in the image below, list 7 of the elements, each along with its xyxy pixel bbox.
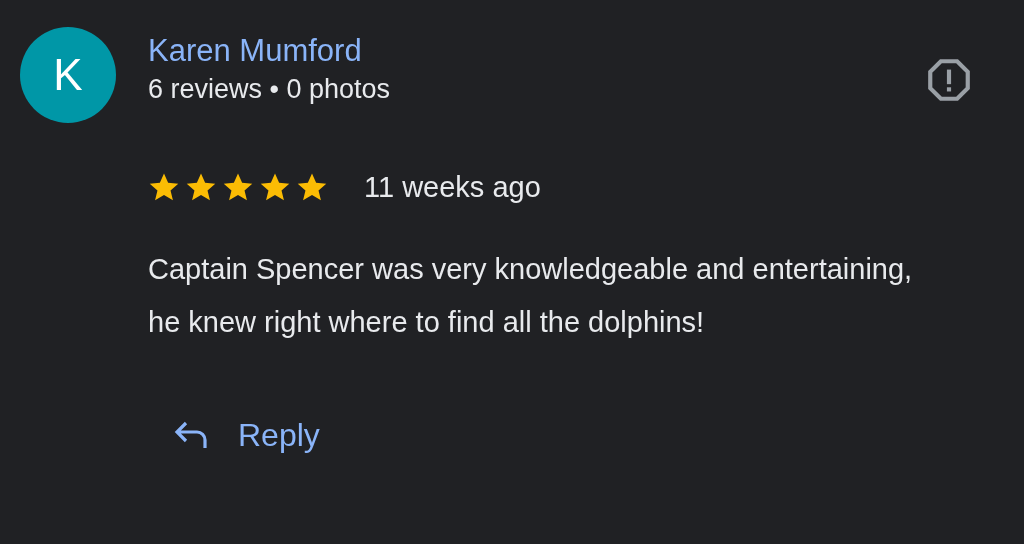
- reviewer-name[interactable]: Karen Mumford: [148, 32, 391, 70]
- reviewer-stats: 6 reviews • 0 photos: [148, 73, 391, 106]
- reply-button[interactable]: Reply: [174, 411, 320, 460]
- avatar: K: [20, 27, 116, 123]
- reply-icon: [174, 420, 210, 451]
- review-time: 11 weeks ago: [364, 169, 541, 205]
- review-text: Captain Spencer was very knowledgeable and entertaining, he knew right where to find all the dolphins!: [148, 252, 914, 341]
